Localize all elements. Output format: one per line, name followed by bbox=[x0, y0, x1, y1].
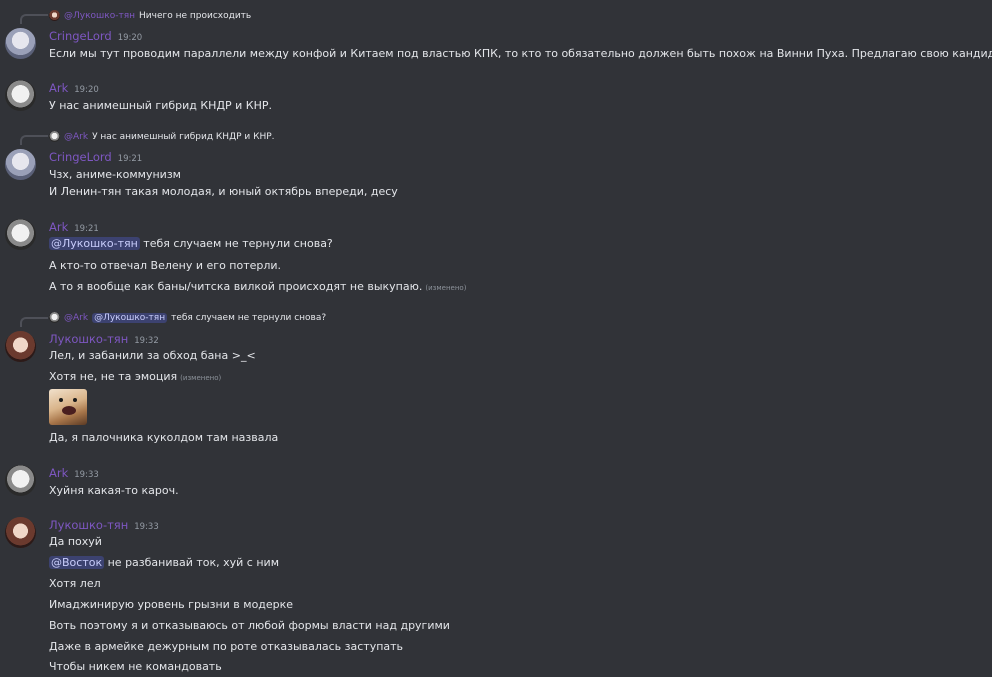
message-text: А то я вообще как баны/читска вилкой про… bbox=[49, 280, 423, 293]
timestamp: 19:20 bbox=[117, 33, 143, 43]
dog-eye bbox=[59, 398, 63, 402]
reply-avatar bbox=[49, 312, 60, 323]
message-line: @Лукошко-тян тебя случаем не тернули сно… bbox=[49, 237, 333, 250]
reply-connector bbox=[20, 135, 48, 145]
reply-connector bbox=[20, 14, 48, 24]
avatar[interactable] bbox=[5, 219, 36, 250]
timestamp: 19:21 bbox=[117, 154, 143, 164]
edited-tag: (изменено) bbox=[425, 284, 467, 292]
username[interactable]: Ark 19:21 bbox=[49, 220, 99, 234]
message-text: Если мы тут проводим параллели между кон… bbox=[49, 47, 992, 60]
timestamp: 19:33 bbox=[74, 470, 99, 480]
user-mention[interactable]: @Восток bbox=[49, 556, 105, 569]
reply-preview[interactable]: @Ark У нас анимешный гибрид КНДР и КНР. bbox=[49, 131, 275, 142]
avatar[interactable] bbox=[5, 28, 36, 59]
dog-eye bbox=[73, 398, 77, 402]
message-text: Чтобы никем не командовать bbox=[49, 660, 222, 673]
avatar[interactable] bbox=[5, 149, 36, 180]
message-text: А кто-то отвечал Велену и его потерли. bbox=[49, 259, 282, 272]
message-line: Хотя не, не та эмоция (изменено) bbox=[49, 370, 221, 383]
message-text: Хотя не, не та эмоция bbox=[49, 370, 178, 383]
reply-preview[interactable]: @Лукошко-тян Ничего не происходить bbox=[49, 10, 251, 21]
dog-mouth bbox=[62, 406, 76, 415]
reply-connector bbox=[20, 317, 48, 327]
user-mention[interactable]: @Лукошко-тян bbox=[92, 312, 168, 323]
username[interactable]: Лукошко-тян 19:33 bbox=[49, 518, 159, 532]
message-text: И Ленин-тян такая молодая, и юный октябр… bbox=[49, 185, 398, 198]
message-text: У нас анимешный гибрид КНДР и КНР. bbox=[49, 99, 273, 112]
message-text: Да похуй bbox=[49, 535, 102, 548]
message-text: Имаджинирую уровень грызни в модерке bbox=[49, 598, 294, 611]
message-text: тебя случаем не тернули снова? bbox=[143, 237, 333, 250]
reply-text: Ничего не происходить bbox=[139, 10, 252, 21]
message-line: А то я вообще как баны/читска вилкой про… bbox=[49, 280, 466, 293]
username[interactable]: Ark 19:20 bbox=[49, 81, 99, 95]
username[interactable]: CringeLord 19:20 bbox=[49, 29, 142, 43]
avatar[interactable] bbox=[5, 331, 36, 362]
timestamp: 19:32 bbox=[134, 336, 159, 346]
reply-author[interactable]: @Ark bbox=[64, 132, 88, 142]
reply-text: У нас анимешный гибрид КНДР и КНР. bbox=[92, 131, 275, 142]
message-text: Лел, и забанили за обход бана >_< bbox=[49, 349, 256, 362]
avatar[interactable] bbox=[5, 517, 36, 548]
message-text: Хуйня какая-то кароч. bbox=[49, 484, 179, 497]
username[interactable]: CringeLord 19:21 bbox=[49, 150, 142, 164]
username[interactable]: Ark 19:33 bbox=[49, 466, 99, 480]
reply-avatar bbox=[49, 131, 60, 142]
avatar[interactable] bbox=[5, 465, 36, 496]
timestamp: 19:33 bbox=[134, 522, 159, 532]
reply-avatar bbox=[49, 10, 60, 21]
dog-emoji-image[interactable] bbox=[49, 389, 87, 425]
reply-author[interactable]: @Лукошко-тян bbox=[64, 11, 135, 21]
avatar[interactable] bbox=[5, 80, 36, 111]
timestamp: 19:21 bbox=[74, 224, 99, 234]
message-text: Да, я палочника куколдом там назвала bbox=[49, 431, 279, 444]
message-line: @Восток не разбанивай ток, хуй с ним bbox=[49, 556, 279, 569]
message-text: Даже в армейке дежурным по роте отказыва… bbox=[49, 640, 404, 653]
message-text: Воть поэтому я и отказываюсь от любой фо… bbox=[49, 619, 450, 632]
reply-text: тебя случаем не тернули снова? bbox=[171, 312, 327, 323]
message-text: Хотя лел bbox=[49, 577, 101, 590]
edited-tag: (изменено) bbox=[180, 374, 222, 382]
reply-preview[interactable]: @Ark @Лукошко-тян тебя случаем не тернул… bbox=[49, 312, 326, 323]
message-text: не разбанивай ток, хуй с ним bbox=[107, 556, 279, 569]
user-mention[interactable]: @Лукошко-тян bbox=[49, 237, 140, 250]
reply-author[interactable]: @Ark bbox=[64, 313, 88, 323]
username[interactable]: Лукошко-тян 19:32 bbox=[49, 332, 159, 346]
timestamp: 19:20 bbox=[74, 85, 99, 95]
message-text: Чзх, аниме-коммунизм bbox=[49, 168, 181, 181]
